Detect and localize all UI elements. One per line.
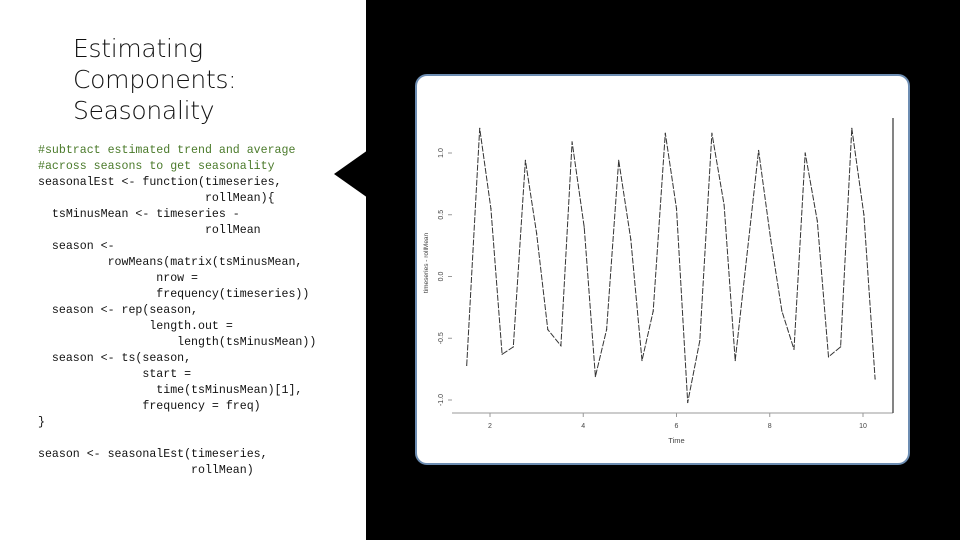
x-axis-label: Time — [668, 436, 684, 445]
x-tick-label: 10 — [859, 423, 867, 430]
data-point — [781, 310, 783, 312]
data-point — [734, 359, 736, 362]
data-point — [490, 207, 492, 210]
data-point — [711, 132, 713, 134]
slide-title: Estimating Components: Seasonality — [73, 33, 353, 126]
data-point — [479, 127, 481, 129]
text-panel: Estimating Components: Seasonality #subt… — [0, 0, 366, 540]
data-point — [770, 238, 772, 241]
data-point — [699, 340, 701, 342]
data-point — [816, 220, 818, 222]
series-line — [466, 128, 876, 403]
seasonality-line-chart: 2 4 6 8 10 Time -1.0 -0.5 0.0 0.5 1.0 timeseries - … — [423, 118, 894, 445]
data-point — [466, 364, 468, 367]
y-tick-label: 1.0 — [438, 148, 445, 158]
code-block: #subtract estimated trend and average #ac… — [38, 143, 316, 479]
code-comment-line: #subtract estimated trend and average — [38, 144, 296, 157]
code-comment-line: #across seasons to get seasonality — [38, 160, 275, 173]
data-point — [618, 159, 620, 162]
data-point — [524, 159, 527, 162]
code-line: rowMeans(matrix(tsMinusMean, — [38, 256, 303, 269]
callout-arrow — [334, 150, 368, 198]
code-line: season <- rep(season, — [38, 304, 199, 317]
code-line: tsMinusMean <- timeseries - — [38, 208, 240, 221]
y-tick-label: -0.5 — [438, 332, 445, 344]
code-line: time(tsMinusMean)[1], — [38, 384, 303, 397]
data-point — [536, 232, 538, 234]
data-point — [560, 345, 562, 347]
y-axis-label: timeseries - rollMean — [423, 232, 430, 293]
data-point — [605, 329, 608, 331]
data-point — [512, 346, 514, 348]
data-point — [583, 226, 585, 228]
chart-card: 2 4 6 8 10 Time -1.0 -0.5 0.0 0.5 1.0 timeseries - … — [415, 74, 910, 465]
y-tick-label: 0.5 — [438, 210, 445, 220]
data-point — [664, 132, 666, 134]
y-tick-label: 0.0 — [438, 272, 445, 282]
data-point — [571, 141, 573, 143]
x-tick-label: 8 — [768, 423, 772, 430]
code-line: length(tsMinusMean)) — [38, 336, 317, 349]
data-point — [840, 346, 842, 348]
data-point — [874, 378, 876, 380]
data-point — [501, 353, 503, 355]
data-point — [827, 356, 830, 358]
code-line: frequency = freq) — [38, 400, 261, 413]
data-point — [793, 348, 795, 350]
code-line: } — [38, 416, 45, 429]
code-line: length.out = — [38, 320, 233, 333]
x-tick-label: 6 — [675, 423, 679, 430]
x-tick-label: 4 — [581, 423, 585, 430]
data-point — [652, 310, 654, 312]
title-line: Estimating — [73, 34, 203, 63]
data-point — [641, 359, 643, 362]
data-point — [594, 375, 596, 378]
data-point — [757, 149, 760, 152]
code-line: season <- ts(season, — [38, 352, 192, 365]
data-point — [723, 204, 725, 206]
code-line: start = — [38, 368, 192, 381]
x-tick-label: 2 — [488, 423, 492, 430]
title-line: Components: — [73, 65, 237, 94]
data-point — [547, 329, 549, 331]
code-line: season <- seasonalEst(timeseries, — [38, 448, 268, 461]
data-point — [675, 207, 678, 210]
title-line: Seasonality — [73, 96, 215, 125]
data-point — [851, 127, 853, 129]
code-line: seasonalEst <- function(timeseries, — [38, 176, 282, 189]
data-point — [630, 238, 632, 241]
code-line: season <- — [38, 240, 115, 253]
data-point — [687, 401, 689, 404]
code-line: rollMean){ — [38, 192, 275, 205]
data-point — [804, 152, 806, 154]
code-line: nrow = — [38, 272, 199, 285]
data-point — [863, 214, 865, 216]
y-tick-label: -1.0 — [438, 394, 445, 406]
code-line: rollMean — [38, 224, 261, 237]
code-line: frequency(timeseries)) — [38, 288, 310, 301]
code-line: rollMean) — [38, 464, 254, 477]
